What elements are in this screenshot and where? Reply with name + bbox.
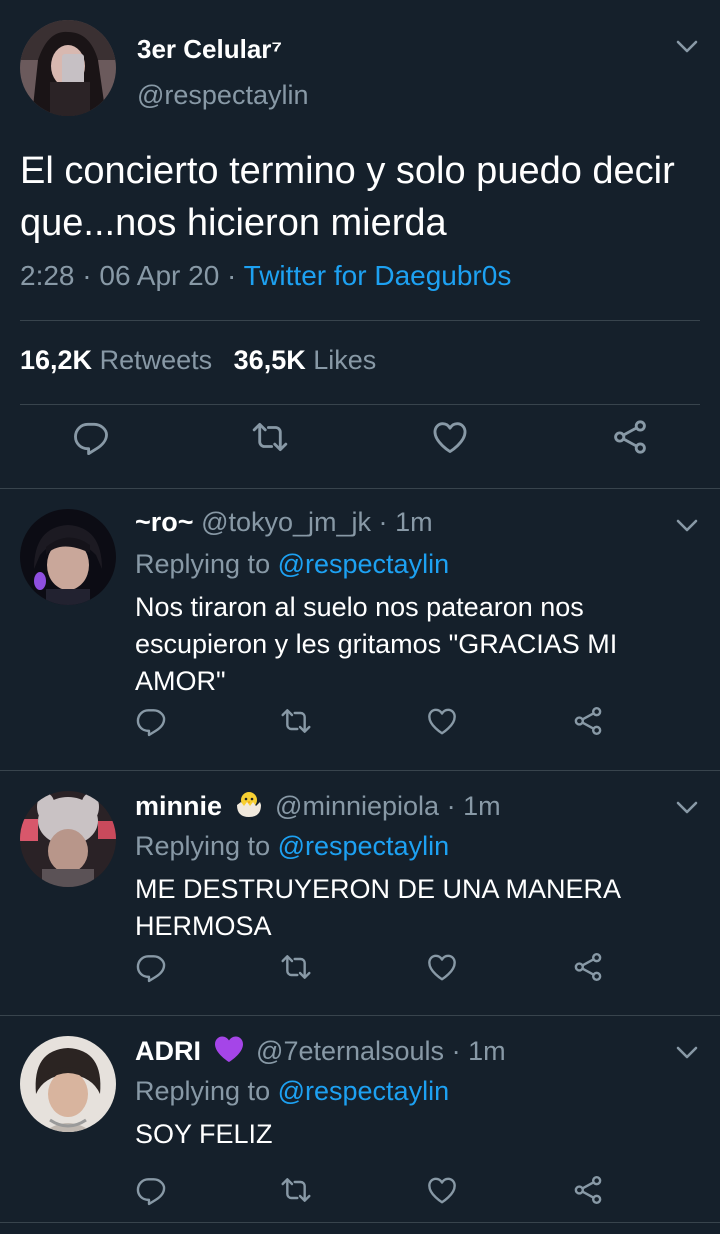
reply-icon[interactable] <box>135 951 167 983</box>
tweet-time: 2:28 <box>20 260 75 291</box>
author-handle[interactable]: @minniepiola <box>275 791 439 821</box>
retweets-count: 16,2K <box>20 345 93 375</box>
reply-actions <box>0 951 720 991</box>
divider <box>20 404 700 405</box>
avatar[interactable] <box>20 1036 116 1132</box>
tweet-stats: 16,2K Retweets 36,5K Likes <box>20 345 376 376</box>
tweet-actions <box>0 418 720 474</box>
separator: · <box>227 260 237 291</box>
retweets-label: Retweets <box>99 345 213 375</box>
reply-icon[interactable] <box>135 1174 167 1206</box>
tweet-date: 06 Apr 20 <box>99 260 220 291</box>
replying-handle[interactable]: @respectaylin <box>278 1076 449 1106</box>
separator: · <box>446 791 456 821</box>
author-name[interactable]: ADRI <box>135 1036 201 1066</box>
like-icon[interactable] <box>431 418 469 456</box>
replying-handle[interactable]: @respectaylin <box>278 549 449 579</box>
tweet-text: El concierto termino y solo puedo decir … <box>20 150 675 244</box>
avatar[interactable] <box>20 791 116 887</box>
replying-label: Replying to <box>135 831 271 861</box>
replying-label: Replying to <box>135 549 271 579</box>
reply-tweet[interactable]: ~ro~ @tokyo_jm_jk · 1m Replying to @resp… <box>0 489 720 771</box>
reply-text: Nos tiraron al suelo nos patearon nos es… <box>135 592 618 696</box>
main-tweet: 3er Celular⁷ @respectaylin El concierto … <box>0 0 720 489</box>
author-handle[interactable]: @7eternalsouls <box>256 1036 444 1066</box>
author-name[interactable]: 3er Celular⁷ <box>137 34 282 65</box>
hatching-chick-emoji <box>236 792 261 817</box>
separator: · <box>378 507 388 537</box>
reply-tweet[interactable]: minnie @minniepiola · 1m Replying to @re… <box>0 771 720 1016</box>
replying-to: Replying to @respectaylin <box>135 1076 449 1107</box>
reply-time: 1m <box>468 1036 506 1066</box>
reply-time: 1m <box>463 791 501 821</box>
share-icon[interactable] <box>572 1174 604 1206</box>
author-handle[interactable]: @tokyo_jm_jk <box>201 507 371 537</box>
tweet-source[interactable]: Twitter for Daegubr0s <box>244 260 512 291</box>
reply-text: ME DESTRUYERON DE UNA MANERA HERMOSA <box>135 874 620 941</box>
chevron-down-icon[interactable] <box>676 1046 698 1060</box>
retweet-icon[interactable] <box>280 951 312 983</box>
avatar[interactable] <box>20 20 116 116</box>
likes-label: Likes <box>313 345 377 375</box>
reply-header: ADRI @7eternalsouls · 1m <box>135 1034 506 1067</box>
retweets-stat[interactable]: 16,2K Retweets <box>20 345 220 375</box>
separator: · <box>451 1036 461 1066</box>
author-name[interactable]: ~ro~ <box>135 507 194 537</box>
replying-to: Replying to @respectaylin <box>135 831 449 862</box>
likes-count: 36,5K <box>233 345 306 375</box>
reply-tweet[interactable]: ADRI @7eternalsouls · 1m Replying to @re… <box>0 1016 720 1223</box>
chevron-down-icon[interactable] <box>676 801 698 815</box>
share-icon[interactable] <box>572 705 604 737</box>
avatar[interactable] <box>20 509 116 605</box>
chevron-down-icon[interactable] <box>676 519 698 533</box>
replying-to: Replying to @respectaylin <box>135 549 449 580</box>
retweet-icon[interactable] <box>251 418 289 456</box>
replying-label: Replying to <box>135 1076 271 1106</box>
replying-handle[interactable]: @respectaylin <box>278 831 449 861</box>
separator: · <box>82 260 92 291</box>
chevron-down-icon[interactable] <box>676 40 698 54</box>
reply-actions <box>0 705 720 745</box>
retweet-icon[interactable] <box>280 705 312 737</box>
share-icon[interactable] <box>611 418 649 456</box>
reply-header: minnie @minniepiola · 1m <box>135 789 501 822</box>
reply-text: SOY FELIZ <box>135 1119 273 1149</box>
tweet-meta: 2:28 · 06 Apr 20 · Twitter for Daegubr0s <box>20 260 511 292</box>
reply-icon[interactable] <box>135 705 167 737</box>
like-icon[interactable] <box>426 705 458 737</box>
like-icon[interactable] <box>426 1174 458 1206</box>
divider <box>20 320 700 321</box>
share-icon[interactable] <box>572 951 604 983</box>
reply-actions <box>0 1174 720 1214</box>
reply-header: ~ro~ @tokyo_jm_jk · 1m <box>135 507 433 538</box>
purple-heart-emoji <box>214 1036 243 1062</box>
author-name[interactable]: minnie <box>135 791 222 821</box>
retweet-icon[interactable] <box>280 1174 312 1206</box>
likes-stat[interactable]: 36,5K Likes <box>234 345 377 375</box>
reply-time: 1m <box>395 507 433 537</box>
like-icon[interactable] <box>426 951 458 983</box>
author-handle[interactable]: @respectaylin <box>137 80 308 111</box>
reply-icon[interactable] <box>72 418 110 456</box>
